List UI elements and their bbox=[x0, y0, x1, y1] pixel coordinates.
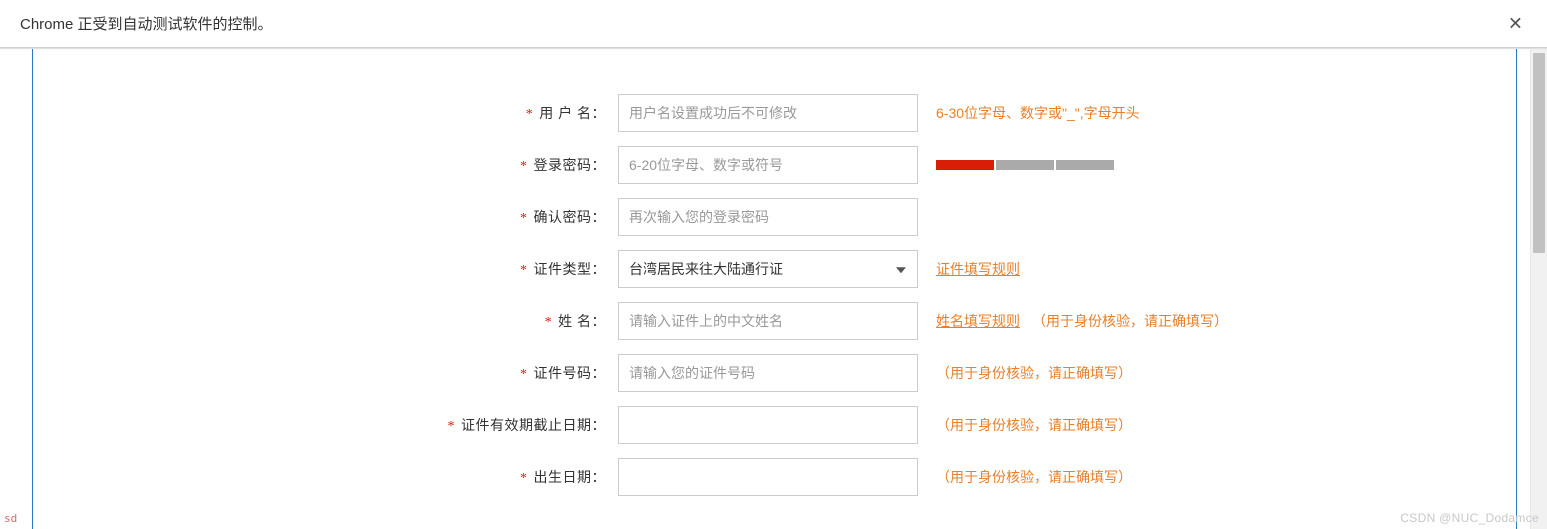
automation-message: Chrome 正受到自动测试软件的控制。 bbox=[20, 13, 273, 34]
row-confirm: *确认密码： bbox=[33, 191, 1516, 243]
required-star: * bbox=[520, 263, 528, 278]
strength-seg-3 bbox=[1056, 160, 1114, 170]
required-star: * bbox=[448, 419, 456, 434]
label-idtype: *证件类型： bbox=[33, 259, 618, 279]
password-strength-bar bbox=[936, 160, 1114, 170]
required-star: * bbox=[526, 107, 534, 122]
idnum-hint: （用于身份核验，请正确填写） bbox=[936, 363, 1132, 383]
birth-input[interactable] bbox=[618, 458, 918, 496]
required-star: * bbox=[545, 315, 553, 330]
label-idnum: *证件号码： bbox=[33, 363, 618, 383]
name-hint: （用于身份核验，请正确填写） bbox=[1032, 311, 1228, 331]
birth-hint: （用于身份核验，请正确填写） bbox=[936, 467, 1132, 487]
vertical-scrollbar[interactable]: ▲ bbox=[1530, 49, 1547, 529]
sd-mark: sd bbox=[4, 512, 17, 525]
form-frame: *用 户 名： 6-30位字母、数字或"_",字母开头 *登录密码： bbox=[32, 49, 1517, 529]
strength-seg-1 bbox=[936, 160, 994, 170]
label-name: *姓 名： bbox=[33, 311, 618, 331]
idtype-select[interactable]: 台湾居民来往大陆通行证 bbox=[618, 250, 918, 288]
scrollbar-thumb[interactable] bbox=[1533, 53, 1545, 253]
required-star: * bbox=[520, 159, 528, 174]
label-expiry: *证件有效期截止日期： bbox=[33, 415, 618, 435]
automation-info-bar: Chrome 正受到自动测试软件的控制。 ✕ bbox=[0, 0, 1547, 48]
required-star: * bbox=[520, 471, 528, 486]
row-name: *姓 名： 姓名填写规则 （用于身份核验，请正确填写） bbox=[33, 295, 1516, 347]
name-input[interactable] bbox=[618, 302, 918, 340]
strength-seg-2 bbox=[996, 160, 1054, 170]
row-idtype: *证件类型： 台湾居民来往大陆通行证 证件填写规则 bbox=[33, 243, 1516, 295]
password-input[interactable] bbox=[618, 146, 918, 184]
label-password: *登录密码： bbox=[33, 155, 618, 175]
row-username: *用 户 名： 6-30位字母、数字或"_",字母开头 bbox=[33, 87, 1516, 139]
expiry-input[interactable] bbox=[618, 406, 918, 444]
label-username: *用 户 名： bbox=[33, 103, 618, 123]
required-star: * bbox=[520, 367, 528, 382]
username-hint: 6-30位字母、数字或"_",字母开头 bbox=[936, 103, 1140, 123]
close-icon[interactable]: ✕ bbox=[1508, 13, 1523, 34]
idnum-input[interactable] bbox=[618, 354, 918, 392]
confirm-password-input[interactable] bbox=[618, 198, 918, 236]
required-star: * bbox=[520, 211, 528, 226]
expiry-hint: （用于身份核验，请正确填写） bbox=[936, 415, 1132, 435]
label-confirm: *确认密码： bbox=[33, 207, 618, 227]
label-birth: *出生日期： bbox=[33, 467, 618, 487]
watermark: CSDN @NUC_Dodamce bbox=[1400, 511, 1539, 525]
row-expiry: *证件有效期截止日期： （用于身份核验，请正确填写） bbox=[33, 399, 1516, 451]
idtype-rules-link[interactable]: 证件填写规则 bbox=[936, 259, 1020, 279]
row-birth: *出生日期： （用于身份核验，请正确填写） bbox=[33, 451, 1516, 503]
name-rules-link[interactable]: 姓名填写规则 bbox=[936, 311, 1020, 331]
page-area: *用 户 名： 6-30位字母、数字或"_",字母开头 *登录密码： bbox=[0, 48, 1547, 529]
row-password: *登录密码： bbox=[33, 139, 1516, 191]
row-idnum: *证件号码： （用于身份核验，请正确填写） bbox=[33, 347, 1516, 399]
username-input[interactable] bbox=[618, 94, 918, 132]
